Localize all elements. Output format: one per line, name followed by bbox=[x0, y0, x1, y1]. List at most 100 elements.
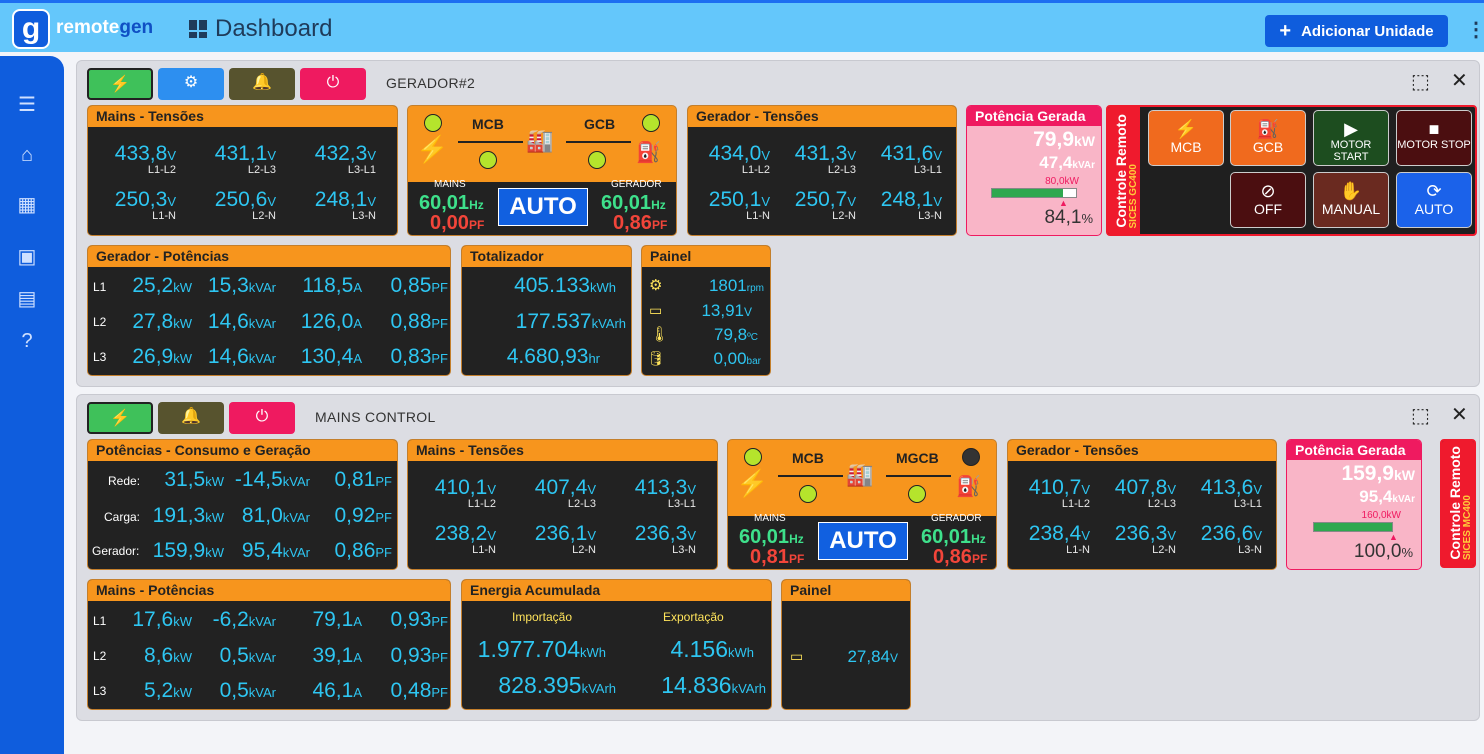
settings-tab-button[interactable]: ⚙ bbox=[158, 68, 224, 100]
consumption-generation-panel: Potências - Consumo e Geração Rede: 31,5… bbox=[87, 439, 398, 570]
motor-stop-button[interactable]: ■ MOTOR STOP bbox=[1396, 110, 1472, 166]
mode-auto-display: AUTO bbox=[498, 188, 588, 226]
panel-status: Painel ▭ 27,84V bbox=[781, 579, 911, 710]
gcb-label: GCB bbox=[584, 116, 616, 132]
temperature-value: 79,8ºC bbox=[714, 325, 758, 344]
close-icon[interactable]: ✕ bbox=[1451, 405, 1468, 425]
plus-icon: + bbox=[1279, 19, 1292, 42]
mcb-label: MCB bbox=[792, 450, 824, 466]
import-kvarh: 828.395kVArh bbox=[498, 672, 616, 698]
voltage-cell: 238,2V L1-N bbox=[434, 522, 496, 556]
kvar-cell: 0,5kVAr bbox=[219, 644, 276, 667]
mains-caption: MAINS bbox=[754, 513, 786, 524]
generator-caption: GERADOR bbox=[931, 513, 982, 524]
logo-name-a: remote bbox=[56, 17, 120, 38]
help-icon[interactable]: ? bbox=[16, 330, 38, 352]
kw-cell: 5,2kW bbox=[144, 679, 192, 702]
pf-cell: 0,85PF bbox=[390, 274, 449, 297]
remote-control-panel[interactable]: Controle Remoto SICES MC400 bbox=[1440, 439, 1476, 568]
export-kwh: 4.156kWh bbox=[670, 636, 754, 662]
document-icon[interactable]: ▤ bbox=[16, 288, 38, 310]
generator-icon: ⛽ bbox=[956, 476, 981, 498]
kw-cell: 31,5kW bbox=[164, 468, 224, 491]
hours-total: 4.680,93hr bbox=[506, 345, 600, 368]
breaker-flow-diagram: ⚡ MCB 🏭 MGCB ⛽ MAINS 60,01Hz 0,81PF AUTO… bbox=[727, 439, 997, 570]
power-tab-button[interactable]: ⏻ bbox=[229, 402, 295, 434]
active-power: 79,9kW bbox=[1033, 128, 1095, 151]
energy-tab-button[interactable]: ⚡ bbox=[87, 402, 153, 434]
export-kvarh: 14.836kVArh bbox=[661, 672, 766, 698]
remote-control-panel: Controle Remoto SICES GC400 ⚡ MCB ⛽ GCB ▶ MO… bbox=[1106, 105, 1477, 236]
power-tab-button[interactable]: ⏻ bbox=[300, 68, 366, 100]
contact-icon[interactable]: ▣ bbox=[16, 246, 38, 268]
panel-header: Mains - Tensões bbox=[408, 440, 717, 461]
sidebar: ☰ ⌂ ▦ ▣ ▤ ? bbox=[0, 56, 64, 754]
pf-cell: 0,92PF bbox=[334, 504, 393, 527]
voltage-cell: 407,8V L2-L3 bbox=[1114, 476, 1176, 510]
amp-cell: 46,1A bbox=[312, 679, 362, 702]
gcb-button[interactable]: ⛽ GCB bbox=[1230, 110, 1306, 166]
nominal-power: 160,0kW bbox=[1361, 510, 1401, 521]
engine-icon: ⚙ bbox=[649, 277, 663, 294]
select-area-icon[interactable]: ⬚ bbox=[1411, 406, 1430, 426]
dashboard-nav-icon[interactable]: ▦ bbox=[16, 194, 38, 216]
energy-tab-button[interactable]: ⚡ bbox=[87, 68, 153, 100]
pylon-icon: ⚡ bbox=[416, 134, 449, 164]
totalizer-panel: Totalizador 405.133kWh 177.537kVArh 4.68… bbox=[461, 245, 632, 376]
generator-voltages-panel: Gerador - Tensões 434,0V L1-L2 431,3V L2-L… bbox=[687, 105, 957, 236]
generated-power-panel: Potência Gerada 79,9kW 47,4kVAr 80,0kW ▲… bbox=[966, 105, 1102, 236]
oil-icon: 🛢 bbox=[647, 350, 665, 366]
battery-icon: ▭ bbox=[649, 302, 663, 318]
mains-power-panel: Mains - Potências L1 17,6kW -6,2kVAr 79,… bbox=[87, 579, 451, 710]
row-label: L3 bbox=[93, 350, 107, 364]
factory-icon: 🏭 bbox=[526, 128, 554, 153]
alarm-tab-button[interactable]: 🔔 bbox=[229, 68, 295, 100]
panel-status: Painel ⚙ 1801rpm ▭ 13,91V 🌡 79,8ºC 🛢 0,0… bbox=[641, 245, 771, 376]
voltage-cell: 236,1V L2-N bbox=[534, 522, 596, 556]
voltage-cell: 410,7V L1-L2 bbox=[1028, 476, 1090, 510]
mains-pf: 0,81PF bbox=[750, 546, 805, 568]
generator-pf: 0,86PF bbox=[613, 212, 668, 234]
kw-cell: 25,2kW bbox=[132, 274, 192, 297]
manual-button[interactable]: ✋ MANUAL bbox=[1313, 172, 1389, 228]
amp-cell: 39,1A bbox=[312, 644, 362, 667]
panel-header: Totalizador bbox=[462, 246, 631, 267]
export-label: Exportação bbox=[663, 610, 724, 624]
battery-value: 27,84V bbox=[847, 647, 898, 666]
kwh-total: 405.133kWh bbox=[514, 274, 616, 297]
gen-line bbox=[886, 475, 951, 477]
pf-cell: 0,86PF bbox=[334, 539, 393, 562]
row-label: L1 bbox=[93, 614, 107, 628]
add-unit-button[interactable]: + Adicionar Unidade bbox=[1265, 15, 1448, 47]
panel-header: Gerador - Tensões bbox=[1008, 440, 1276, 461]
breaker-flow-diagram: ⚡ MCB 🏭 GCB ⛽ MAINS 60,01Hz 0,00PF AUTO … bbox=[407, 105, 677, 236]
accumulated-energy-panel: Energia Acumulada Importação Exportação … bbox=[461, 579, 772, 710]
gcb-led bbox=[588, 151, 606, 169]
logo-icon[interactable]: g bbox=[12, 9, 50, 49]
alarm-tab-button[interactable]: 🔔 bbox=[158, 402, 224, 434]
mains-voltages-panel: Mains - Tensões 433,8V L1-L2 431,1V L2-L3 … bbox=[87, 105, 398, 236]
kw-cell: 191,3kW bbox=[152, 504, 224, 527]
amp-cell: 130,4A bbox=[300, 345, 362, 368]
import-kwh: 1.977.704kWh bbox=[477, 636, 606, 662]
off-button[interactable]: ⊘ OFF bbox=[1230, 172, 1306, 228]
power-bar bbox=[991, 188, 1077, 198]
panel-header: Gerador - Tensões bbox=[688, 106, 956, 127]
power-percent: 100,0% bbox=[1353, 541, 1413, 562]
motor-start-button[interactable]: ▶ MOTOR START bbox=[1313, 110, 1389, 166]
mcb-button[interactable]: ⚡ MCB bbox=[1148, 110, 1224, 166]
remote-side-label: Controle Remoto SICES GC400 bbox=[1108, 107, 1140, 234]
amp-cell: 79,1A bbox=[312, 608, 362, 631]
select-area-icon[interactable]: ⬚ bbox=[1411, 72, 1430, 92]
power-bar bbox=[1313, 522, 1393, 532]
mcb-label: MCB bbox=[472, 116, 504, 132]
more-menu-icon[interactable]: ⋮ bbox=[1466, 19, 1484, 41]
menu-icon[interactable]: ☰ bbox=[16, 94, 38, 116]
logo-name-b: gen bbox=[119, 17, 154, 38]
close-icon[interactable]: ✕ bbox=[1451, 71, 1468, 91]
voltage-cell: 250,1V L1-N bbox=[708, 188, 770, 222]
auto-button[interactable]: ⟳ AUTO bbox=[1396, 172, 1472, 228]
home-icon[interactable]: ⌂ bbox=[16, 144, 38, 166]
kvar-cell: -6,2kVAr bbox=[212, 608, 276, 631]
kvar-cell: 81,0kVAr bbox=[241, 504, 310, 527]
